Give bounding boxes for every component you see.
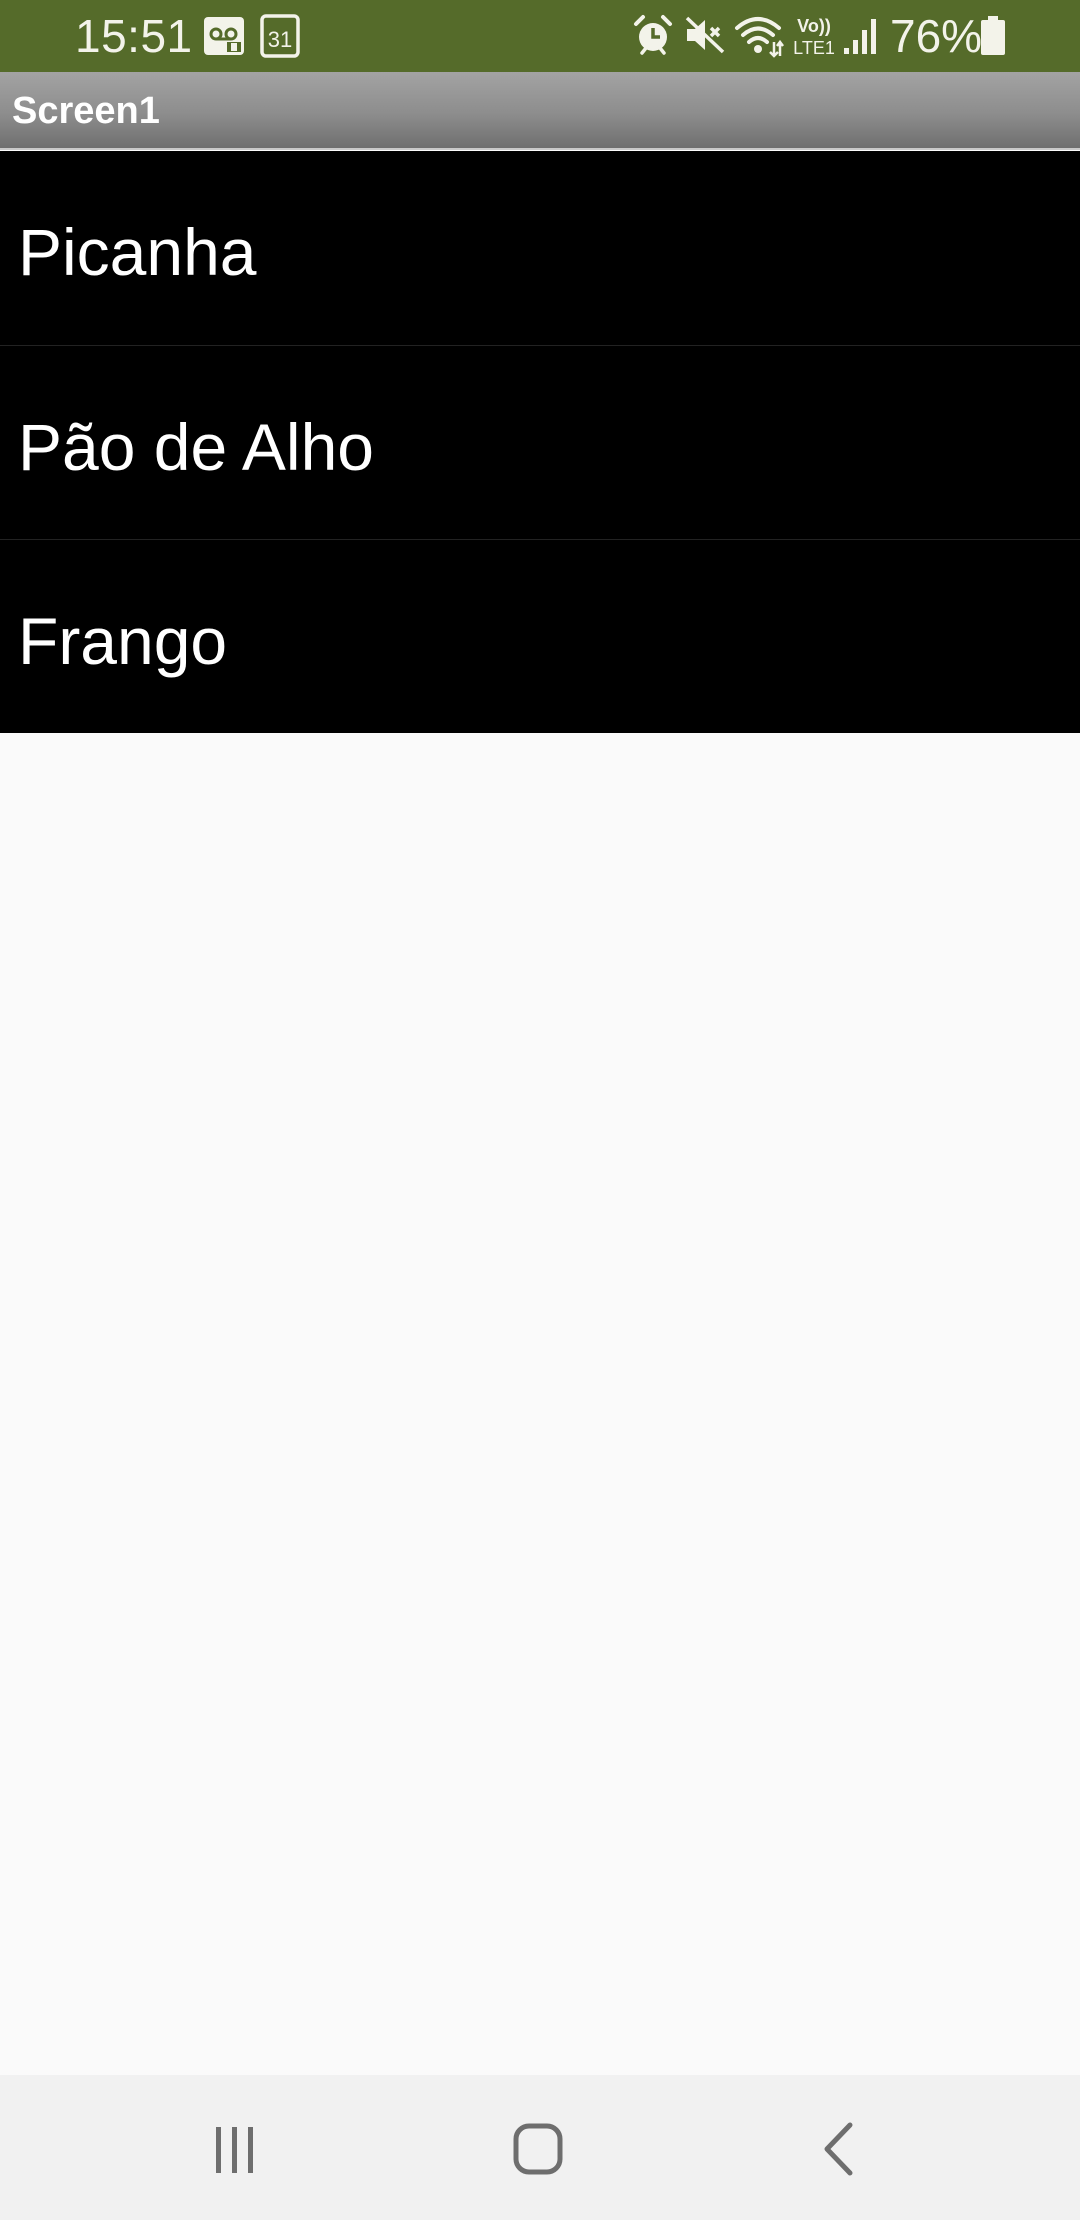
back-button[interactable] (790, 2105, 890, 2195)
recent-apps-button[interactable] (185, 2105, 285, 2195)
mute-icon (685, 16, 725, 54)
alarm-icon (634, 15, 672, 55)
list-item-label: Picanha (18, 215, 257, 289)
wifi-icon (735, 17, 784, 58)
calendar-icon: 31 (260, 14, 300, 58)
battery-icon (981, 16, 1005, 55)
back-icon (824, 2122, 853, 2176)
title-bar: Screen1 (0, 72, 1080, 150)
list-item-pao-de-alho[interactable]: Pão de Alho (0, 345, 1080, 539)
navigation-bar (0, 2075, 1080, 2220)
recent-apps-icon (216, 2127, 253, 2173)
home-button[interactable] (488, 2105, 588, 2195)
signal-icon (844, 19, 876, 54)
home-icon (513, 2123, 563, 2175)
list-item-frango[interactable]: Frango (0, 539, 1080, 733)
list-item-label: Frango (18, 604, 228, 678)
list-item-label: Pão de Alho (18, 410, 374, 484)
volte-icon: Vo)) LTE1 (793, 16, 835, 58)
voicemail-icon (204, 17, 244, 55)
status-time: 15:51 (75, 10, 193, 62)
page-title: Screen1 (12, 90, 160, 132)
network-label-top: Vo)) (797, 16, 831, 36)
app-screen: 15:51 31 Vo)) LTE1 76% Screen1 Picanha P… (0, 0, 1080, 2220)
status-bar: 15:51 31 Vo)) LTE1 76% (0, 0, 1080, 72)
network-label-bottom: LTE1 (793, 38, 835, 58)
calendar-day: 31 (268, 27, 292, 52)
item-list: Picanha Pão de Alho Frango (0, 151, 1080, 733)
list-item-picanha[interactable]: Picanha (0, 151, 1080, 345)
battery-percent: 76% (890, 10, 983, 62)
